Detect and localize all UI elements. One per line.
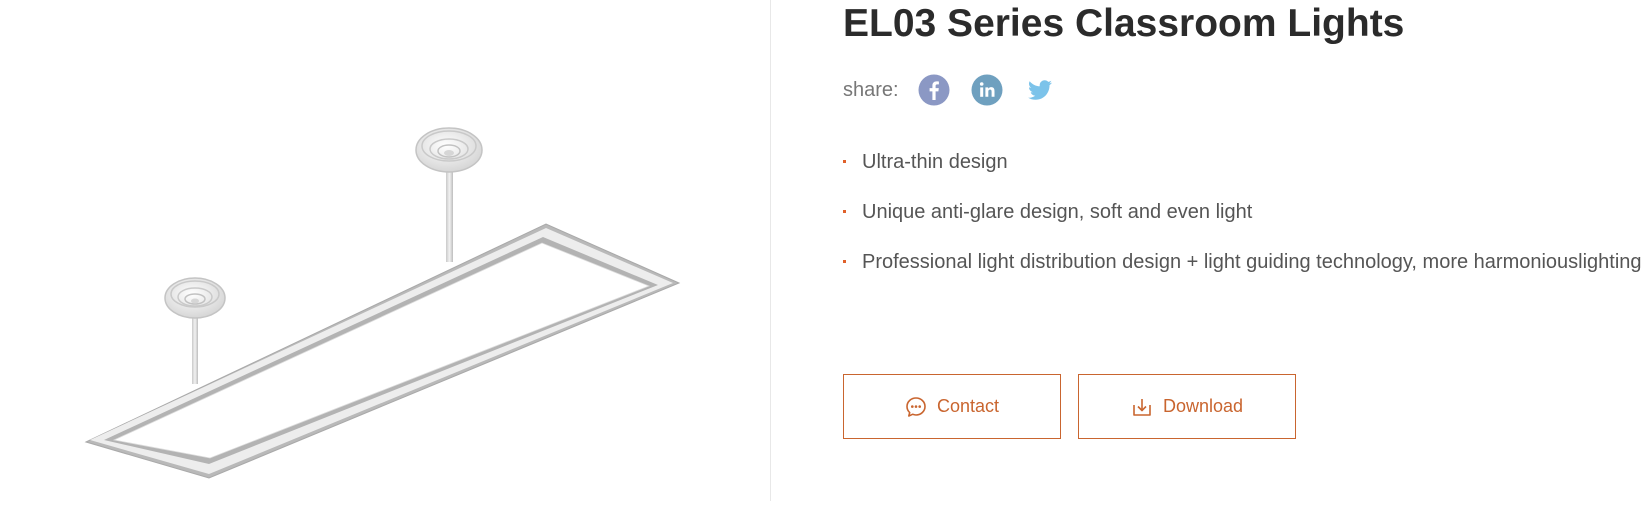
vertical-divider <box>770 0 771 501</box>
feature-text: Unique anti-glare design, soft and even … <box>862 201 1253 223</box>
download-button-label: Download <box>1162 396 1244 416</box>
linkedin-share-button[interactable] <box>971 74 1003 106</box>
download-icon <box>1131 396 1153 418</box>
feature-item: Ultra-thin design <box>843 144 1642 194</box>
contact-button[interactable]: Contact <box>843 374 1061 439</box>
linkedin-icon <box>971 74 1003 106</box>
facebook-share-button[interactable] <box>918 74 950 106</box>
share-label: share: <box>843 78 899 101</box>
bullet-icon <box>843 260 846 263</box>
twitter-share-button[interactable] <box>1024 74 1056 106</box>
feature-item: Professional light distribution design +… <box>843 244 1642 294</box>
twitter-icon <box>1027 80 1052 100</box>
contact-button-label: Contact <box>936 396 1000 416</box>
led-panel <box>84 223 681 479</box>
bullet-icon <box>843 160 846 163</box>
facebook-icon <box>918 74 950 106</box>
feature-list: Ultra-thin design Unique anti-glare desi… <box>843 144 1642 294</box>
feature-text: Ultra-thin design <box>862 151 1008 173</box>
ceiling-canopy-left <box>164 277 226 319</box>
bullet-icon <box>843 210 846 213</box>
product-title: EL03 Series Classroom Lights <box>843 2 1405 45</box>
action-buttons: Contact Download <box>843 374 1313 439</box>
feature-item: Unique anti-glare design, soft and even … <box>843 194 1642 244</box>
share-bar: share: <box>843 72 1077 108</box>
feature-text: Professional light distribution design +… <box>862 251 1642 273</box>
product-image <box>0 0 770 501</box>
download-button[interactable]: Download <box>1078 374 1296 439</box>
product-details: EL03 Series Classroom Lights share: Ultr… <box>843 0 1648 501</box>
chat-bubble-icon <box>905 396 927 418</box>
ceiling-canopy-right <box>415 127 483 173</box>
suspended-led-panel-light-illustration <box>84 127 681 479</box>
